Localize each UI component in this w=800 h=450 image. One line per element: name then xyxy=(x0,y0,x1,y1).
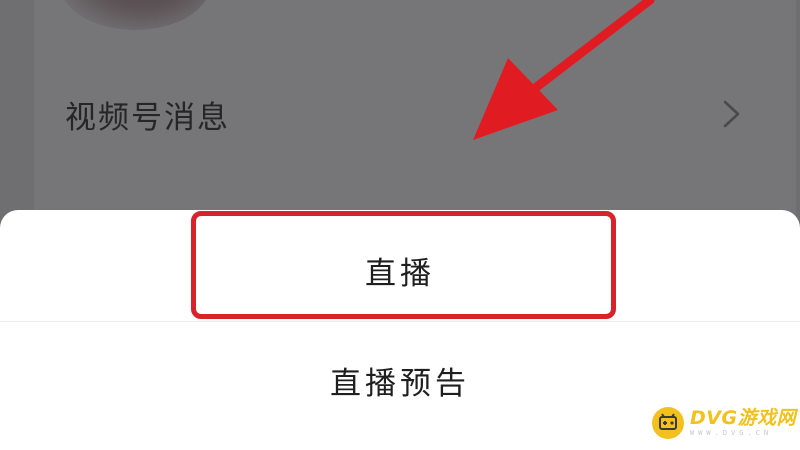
watermark-brand: DVG游戏网 xyxy=(690,407,797,429)
red-arrow-icon xyxy=(440,0,660,150)
list-item-label: 视频号消息 xyxy=(65,100,230,136)
option-live-preview-button[interactable]: 直播预告 xyxy=(0,358,800,403)
highlight-box xyxy=(191,211,616,319)
watermark-url: WWW.DVG.CN xyxy=(690,429,773,437)
screen: 视频号消息 直播 直播预告 DVG游戏网 WWW.DVG.CN xyxy=(0,0,800,450)
chevron-right-icon xyxy=(720,96,744,132)
list-item-channels-messages[interactable]: 视频号消息 xyxy=(34,70,796,160)
watermark: DVG游戏网 WWW.DVG.CN xyxy=(652,404,796,442)
gamepad-logo-icon xyxy=(652,407,684,439)
sheet-divider xyxy=(0,321,800,322)
watermark-text: DVG游戏网 WWW.DVG.CN xyxy=(690,409,796,437)
